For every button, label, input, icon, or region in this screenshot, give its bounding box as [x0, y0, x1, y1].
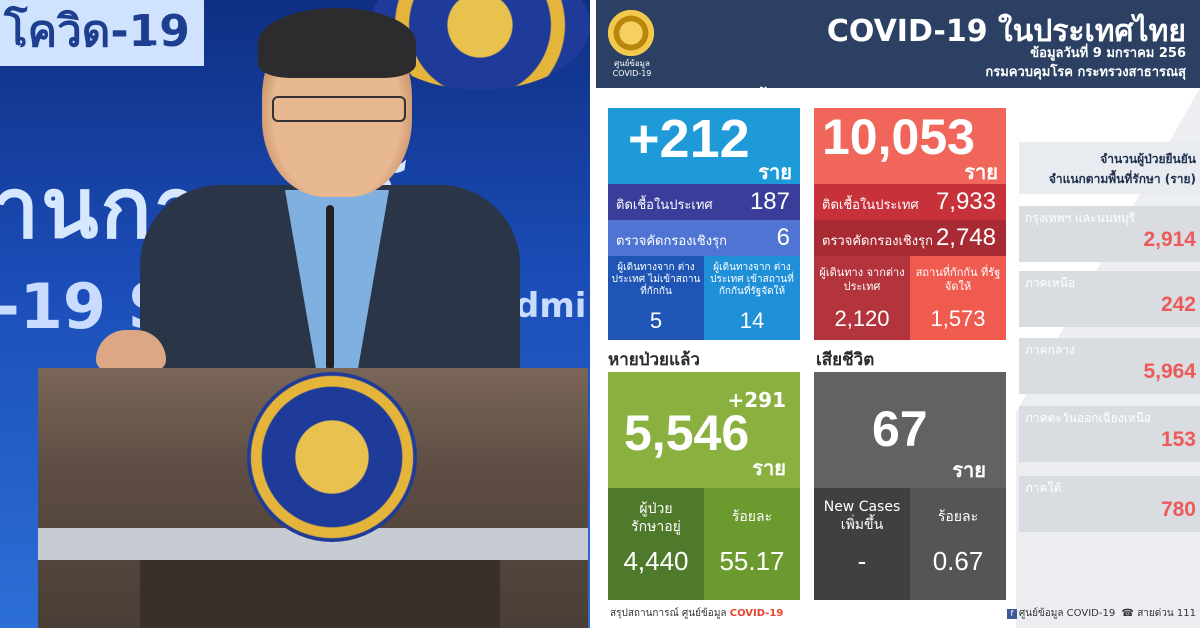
new-cases-unit: ราย: [758, 160, 792, 184]
region-header-line-1: จำนวนผู้ป่วยยืนยัน: [1100, 152, 1196, 166]
speaker-glasses: [272, 96, 406, 122]
cum-quarantine-value: 1,573: [930, 306, 986, 331]
podium-seal-emblem: [247, 372, 417, 542]
cum-abroad-value: 2,120: [834, 306, 890, 331]
recovered-percent-box: ร้อยละ 55.17: [704, 488, 800, 600]
cumulative-total: 10,053: [822, 109, 975, 165]
region-value: 2,914: [1143, 228, 1196, 251]
deaths-percent-value: 0.67: [932, 546, 984, 576]
cumulative-screening-row: ตรวจคัดกรองเชิงรุก 2,748: [814, 220, 1006, 256]
phone-icon: ☎: [1121, 608, 1135, 619]
region-panel-header: จำนวนผู้ป่วยยืนยัน จำแนกตามพื้นที่รักษา …: [1019, 142, 1200, 194]
facebook-icon: f: [1006, 609, 1017, 619]
region-name: ภาคใต้: [1025, 481, 1062, 495]
recovered-unit: ราย: [752, 456, 786, 480]
cum-domestic-label: ติดเชื้อในประเทศ: [822, 198, 919, 213]
speaker-hair: [258, 8, 416, 78]
cum-screening-label: ตรวจคัดกรองเชิงรุก: [822, 234, 933, 249]
deaths-new-box: New Cases เพิ่มขึ้น -: [814, 488, 910, 600]
microphone: [326, 205, 334, 370]
region-name: ภาคตะวันออกเฉียงเหนือ: [1025, 411, 1152, 425]
new-cases-screening-row: ตรวจคัดกรองเชิงรุก 6: [608, 220, 800, 256]
hotline-label: สายด่วน 111: [1137, 608, 1196, 619]
date-line: ข้อมูลวันที่ 9 มกราคม 256: [1030, 46, 1186, 61]
cum-quarantine-label: สถานที่กักกัน ที่รัฐจัดให้: [915, 266, 1001, 293]
emblem-caption: ศูนย์ข้อมูล COVID-19: [612, 59, 652, 78]
new-cases-total-box: +212 ราย: [608, 108, 800, 184]
recovered-total-box: +291 5,546 ราย: [608, 372, 800, 488]
cumulative-domestic-row: ติดเชื้อในประเทศ 7,933: [814, 184, 1006, 220]
recovered-total: 5,546: [624, 405, 750, 461]
footer-source: สรุปสถานการณ์ ศูนย์ข้อมูล COVID-19: [610, 608, 784, 619]
new-cases-abroad-no-quarantine: ผู้เดินทางจาก ต่างประเทศ ไม่เข้าสถานที่ก…: [608, 256, 704, 340]
region-row: ภาคเหนือ 242: [1019, 271, 1200, 327]
screening-label: ตรวจคัดกรองเชิงรุก: [616, 234, 727, 249]
cumulative-quarantine-box: สถานที่กักกัน ที่รัฐจัดให้ 1,573: [910, 256, 1006, 340]
deaths-unit: ราย: [952, 458, 986, 482]
cumulative-total-box: 10,053 ราย: [814, 108, 1006, 184]
region-row: ภาคตะวันออกเฉียงเหนือ 153: [1019, 406, 1200, 462]
cum-screening-value: 2,748: [935, 224, 996, 251]
region-row: ภาคใต้ 780: [1019, 476, 1200, 532]
abroad-no-q-label: ผู้เดินทางจาก ต่างประเทศ ไม่เข้าสถานที่ก…: [611, 262, 701, 297]
deaths-title: เสียชีวิต: [816, 350, 875, 370]
region-name: ภาคกลาง: [1025, 343, 1075, 357]
banner-hashtags: #ผู้นำด้วยกัน #ประเทศไทยต้องชนะ: [4, 44, 193, 58]
region-value: 242: [1160, 293, 1196, 316]
new-cases-abroad-quarantine: ผู้เดินทางจาก ต่างประเทศ เข้าสถานที่กักก…: [704, 256, 800, 340]
deaths-new-label: New Cases เพิ่มขึ้น: [823, 499, 901, 533]
treating-label: ผู้ป่วย รักษาอยู่: [631, 501, 681, 535]
government-emblem-icon: [604, 6, 658, 60]
cum-domestic-value: 7,933: [935, 188, 996, 215]
region-header-line-2: จำแนกตามพื้นที่รักษา (ราย): [1048, 172, 1196, 186]
region-name: ภาคเหนือ: [1025, 276, 1076, 290]
recovered-percent-value: 55.17: [719, 546, 785, 576]
deaths-total: 67: [872, 401, 928, 457]
deaths-new-value: -: [857, 546, 867, 576]
cumulative-abroad-box: ผู้เดินทาง จากต่างประเทศ 2,120: [814, 256, 910, 340]
new-cases-total: +212: [628, 109, 750, 169]
podium-base: [140, 560, 500, 628]
recovered-percent-label: ร้อยละ: [731, 509, 773, 525]
region-value: 780: [1160, 498, 1196, 521]
region-row: กรุงเทพฯ และนนทบุรี 2,914: [1019, 206, 1200, 262]
region-value: 153: [1160, 428, 1196, 451]
deaths-percent-label: ร้อยละ: [937, 509, 979, 525]
covid-infographic: ศูนย์ข้อมูล COVID-19 COVID-19 ในประเทศไท…: [596, 0, 1200, 628]
press-conference-photo: โควิด-19 #ผู้นำด้วยกัน #ประเทศไทยต้องชนะ…: [0, 0, 590, 628]
source-line: กรมควบคุมโรค กระทรวงสาธารณสุ: [985, 65, 1186, 80]
cumulative-unit: ราย: [964, 160, 998, 184]
footer-contacts: f ศูนย์ข้อมูล COVID-19 ☎ สายด่วน 111: [1006, 606, 1196, 621]
new-cases-domestic-row: ติดเชื้อในประเทศ 187: [608, 184, 800, 220]
deaths-total-box: 67 ราย: [814, 372, 1006, 488]
abroad-no-q-value: 5: [649, 308, 663, 333]
recovered-treating-box: ผู้ป่วย รักษาอยู่ 4,440: [608, 488, 704, 600]
abroad-q-label: ผู้เดินทางจาก ต่างประเทศ เข้าสถานที่กักก…: [710, 262, 794, 297]
abroad-q-value: 14: [739, 308, 765, 333]
region-row: ภาคกลาง 5,964: [1019, 338, 1200, 394]
screening-value: 6: [776, 224, 790, 251]
domestic-value: 187: [749, 188, 790, 215]
facebook-page-label: ศูนย์ข้อมูล COVID-19: [1018, 608, 1116, 619]
recovered-title: หายป่วยแล้ว: [608, 350, 700, 370]
domestic-label: ติดเชื้อในประเทศ: [616, 198, 713, 213]
deaths-percent-box: ร้อยละ 0.67: [910, 488, 1006, 600]
treating-value: 4,440: [623, 546, 689, 576]
backdrop-text-3: dmi: [515, 286, 587, 326]
region-name: กรุงเทพฯ และนนทบุรี: [1025, 211, 1135, 225]
region-value: 5,964: [1143, 360, 1196, 383]
cum-abroad-label: ผู้เดินทาง จากต่างประเทศ: [819, 266, 905, 293]
